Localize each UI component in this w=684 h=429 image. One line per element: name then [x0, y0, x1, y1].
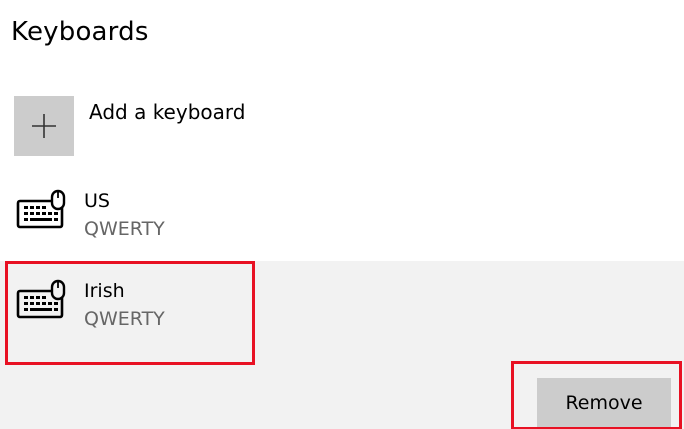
keyboard-name: US [84, 190, 110, 212]
add-keyboard-button[interactable]: Add a keyboard [14, 96, 414, 156]
page-title: Keyboards [11, 17, 149, 47]
highlight-box-selected-keyboard [5, 261, 255, 365]
keyboard-icon [16, 189, 66, 229]
plus-icon [32, 114, 56, 138]
add-keyboard-tile[interactable] [14, 96, 74, 156]
keyboard-item-irish[interactable]: Irish QWERTY Remove [0, 261, 684, 429]
keyboard-layout: QWERTY [84, 218, 165, 240]
keyboard-item-us[interactable]: US QWERTY [0, 171, 684, 261]
highlight-box-remove-button [511, 361, 682, 429]
keyboards-settings-page: Keyboards Add a keyboard US QWERTY Irish… [0, 0, 684, 429]
add-keyboard-label: Add a keyboard [89, 100, 246, 124]
